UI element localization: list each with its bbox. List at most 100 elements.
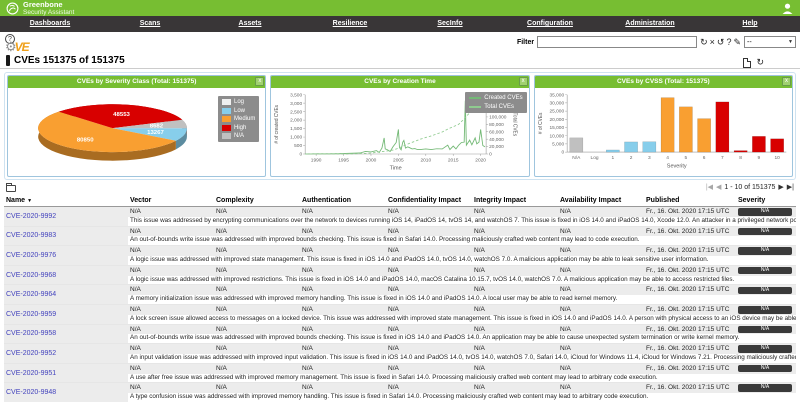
update-filter-icon[interactable]: ↻: [700, 36, 708, 48]
column-header-integrity-impact[interactable]: Integrity Impact: [472, 197, 558, 204]
complexity-cell: N/A: [214, 246, 300, 256]
edit-filter-icon[interactable]: ✎: [733, 36, 741, 48]
name-cell: CVE-2020-9992: [4, 207, 128, 226]
main-nav: DashboardsScansAssetsResilienceSecInfoCo…: [0, 16, 800, 32]
nav-item-help[interactable]: Help: [700, 16, 800, 32]
nav-item-secinfo[interactable]: SecInfo: [400, 16, 500, 32]
filter-help-icon[interactable]: ?: [726, 36, 731, 48]
panel-close-button[interactable]: x: [782, 77, 791, 86]
severity-cell: N/A: [736, 285, 796, 295]
bar: [752, 136, 765, 152]
nav-item-dashboards[interactable]: Dashboards: [0, 16, 100, 32]
last-page-icon[interactable]: ▶|: [787, 183, 794, 191]
column-header-severity[interactable]: Severity: [736, 197, 796, 204]
complexity-cell: N/A: [214, 344, 300, 354]
panel-header[interactable]: CVEs by Severity Class (Total: 151375) x: [8, 76, 265, 88]
next-page-icon[interactable]: ▶: [778, 183, 783, 191]
cve-link[interactable]: CVE-2020-9992: [6, 213, 56, 220]
availability-impact-cell: N/A: [558, 207, 644, 217]
cve-description: A logic issue was addressed with improve…: [128, 276, 796, 285]
confidentiality-impact-cell: N/A: [386, 266, 472, 276]
authentication-cell: N/A: [300, 207, 386, 217]
filter-preset-select[interactable]: -- ▼: [744, 36, 796, 48]
cve-link[interactable]: CVE-2020-9983: [6, 232, 56, 239]
legend-item[interactable]: Log: [222, 99, 255, 105]
availability-impact-cell: N/A: [558, 246, 644, 256]
column-header-name[interactable]: Name▼: [4, 197, 128, 204]
legend-item[interactable]: Medium: [222, 116, 255, 122]
table-row: CVE-2020-9983N/AN/AN/AN/AN/AN/AFr., 16. …: [4, 227, 796, 247]
legend-item[interactable]: High: [222, 125, 255, 131]
svg-text:500: 500: [294, 143, 302, 148]
column-header-vector[interactable]: Vector: [128, 197, 214, 204]
panel-close-button[interactable]: x: [519, 77, 528, 86]
column-header-confidentiality-impact[interactable]: Confidentiality Impact: [386, 197, 472, 204]
cve-link[interactable]: CVE-2020-9964: [6, 291, 56, 298]
severity-badge: N/A: [738, 306, 792, 314]
cve-description: A use after free issue was addressed wit…: [128, 374, 796, 383]
complexity-cell: N/A: [214, 227, 300, 237]
column-header-authentication[interactable]: Authentication: [300, 197, 386, 204]
user-menu-icon[interactable]: [781, 2, 794, 15]
legend-item[interactable]: Low: [222, 108, 255, 114]
column-header-availability-impact[interactable]: Availability Impact: [558, 197, 644, 204]
cve-link[interactable]: CVE-2020-9968: [6, 272, 56, 279]
nav-item-configuration[interactable]: Configuration: [500, 16, 600, 32]
cve-link[interactable]: CVE-2020-9976: [6, 252, 56, 259]
first-page-icon[interactable]: |◀: [706, 183, 713, 191]
cve-link[interactable]: CVE-2020-9952: [6, 350, 56, 357]
folder-icon[interactable]: [6, 185, 16, 192]
nav-item-administration[interactable]: Administration: [600, 16, 700, 32]
prev-page-icon[interactable]: ◀: [716, 183, 721, 191]
filter-icons: ↻×↺?✎: [700, 36, 741, 48]
legend-item[interactable]: N/A: [222, 133, 255, 139]
legend-label: Created CVEs: [484, 95, 522, 101]
filter-input[interactable]: [537, 36, 697, 48]
table-row: CVE-2020-9964N/AN/AN/AN/AN/AN/AFr., 16. …: [4, 285, 796, 305]
brand-home-link[interactable]: Greenbone Security Assistant: [6, 0, 74, 16]
export-icon[interactable]: [743, 58, 751, 68]
svg-text:4: 4: [666, 155, 669, 160]
brand-text: Greenbone Security Assistant: [23, 1, 74, 16]
cve-link[interactable]: CVE-2020-9948: [6, 389, 56, 396]
cve-link[interactable]: CVE-2020-9951: [6, 370, 56, 377]
svg-text:0: 0: [300, 152, 303, 157]
reset-filter-icon[interactable]: ↺: [717, 36, 725, 48]
panel-cvss: CVEs by CVSS (Total: 151375) x 05,00010,…: [534, 75, 793, 177]
refresh-icon[interactable]: ↻: [756, 57, 764, 68]
svg-text:7: 7: [721, 155, 724, 160]
severity-cell: N/A: [736, 227, 796, 237]
sort-icon: ▼: [27, 198, 32, 204]
svg-text:Severity: Severity: [666, 163, 686, 169]
nav-item-scans[interactable]: Scans: [100, 16, 200, 32]
brand-line2: Security Assistant: [23, 9, 74, 16]
title-row: CVEs 151375 of 151375: [6, 55, 125, 66]
panel-close-button[interactable]: x: [255, 77, 264, 86]
availability-impact-cell: N/A: [558, 364, 644, 374]
legend-line-sample: [469, 106, 481, 108]
severity-badge: N/A: [738, 208, 792, 216]
integrity-impact-cell: N/A: [472, 364, 558, 374]
legend-item[interactable]: Total CVEs: [469, 104, 522, 110]
bar-chart-canvas: 05,00010,00015,00020,00025,00030,00035,0…: [535, 88, 792, 176]
panel-header[interactable]: CVEs by CVSS (Total: 151375) x: [535, 76, 792, 88]
table-header: Name▼VectorComplexityAuthenticationConfi…: [4, 194, 796, 207]
cve-link[interactable]: CVE-2020-9959: [6, 311, 56, 318]
svg-text:# of CVEs: # of CVEs: [538, 112, 544, 134]
svg-text:2: 2: [629, 155, 632, 160]
severity-cell: N/A: [736, 325, 796, 335]
authentication-cell: N/A: [300, 285, 386, 295]
pagination: |◀ ◀ 1 - 10 of 151375 ▶ ▶|: [706, 183, 794, 191]
panel-header[interactable]: CVEs by Creation Time x: [271, 76, 528, 88]
nav-item-resilience[interactable]: Resilience: [300, 16, 400, 32]
table-row: CVE-2020-9952N/AN/AN/AN/AN/AN/AFr., 16. …: [4, 344, 796, 364]
remove-filter-icon[interactable]: ×: [710, 36, 715, 48]
svg-text:2015: 2015: [448, 158, 459, 163]
svg-text:1: 1: [611, 155, 614, 160]
legend-item[interactable]: Created CVEs: [469, 95, 522, 101]
column-header-complexity[interactable]: Complexity: [214, 197, 300, 204]
nav-item-assets[interactable]: Assets: [200, 16, 300, 32]
cve-link[interactable]: CVE-2020-9958: [6, 330, 56, 337]
column-header-published[interactable]: Published: [644, 197, 736, 204]
svg-text:0: 0: [561, 150, 564, 155]
